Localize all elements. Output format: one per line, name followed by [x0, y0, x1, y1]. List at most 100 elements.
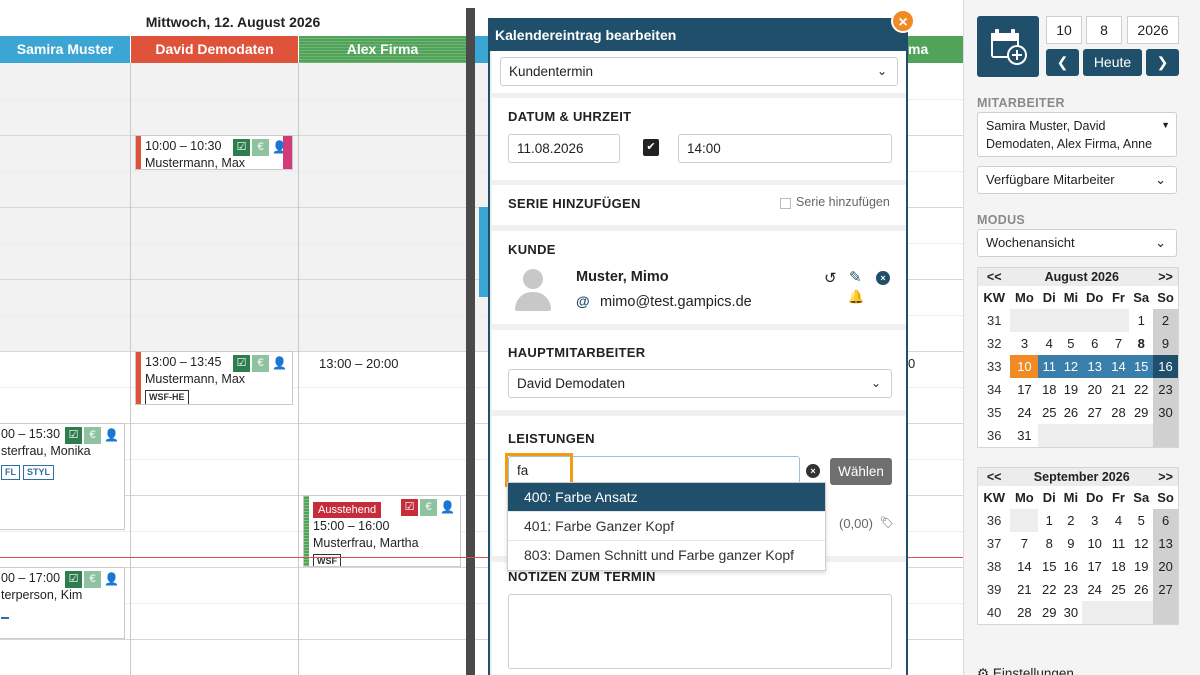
mini-day[interactable]: 5 — [1060, 332, 1082, 355]
person-check-icon[interactable]: 👤 — [103, 427, 120, 444]
main-employee-select[interactable]: David Demodaten ⌄ — [508, 369, 892, 398]
mini-day[interactable]: 20 — [1153, 555, 1178, 578]
mode-select[interactable]: Wochenansicht ⌄ — [977, 229, 1177, 257]
partial-appointment[interactable] — [479, 207, 488, 297]
month-input[interactable]: 8 — [1086, 16, 1122, 44]
mini-day-selected[interactable]: 10 — [1010, 355, 1039, 378]
mini-day[interactable]: 23 — [1153, 378, 1178, 401]
time-input[interactable]: 14:00 — [678, 134, 892, 163]
employees-select[interactable]: Samira Muster, David Demodaten, Alex Fir… — [977, 112, 1177, 157]
entry-type-select[interactable]: Kundentermin ⌄ — [500, 57, 898, 86]
available-employees-select[interactable]: Verfügbare Mitarbeiter ⌄ — [977, 166, 1177, 194]
mini-day[interactable]: 22 — [1038, 578, 1060, 601]
person-check-icon[interactable]: 👤 — [271, 355, 288, 372]
mini-day[interactable]: 31 — [1010, 424, 1038, 447]
mini-day[interactable]: 18 — [1038, 378, 1060, 401]
mini-day[interactable]: 8 — [1038, 532, 1060, 555]
history-icon[interactable]: ↺ — [824, 269, 837, 287]
mini-day[interactable]: 20 — [1082, 378, 1108, 401]
mini-day[interactable]: 25 — [1038, 401, 1060, 424]
euro-icon[interactable]: € — [420, 499, 437, 516]
mini-day[interactable]: 19 — [1060, 378, 1082, 401]
appointment-card[interactable]: 10:00 – 10:30 Mustermann, Max ☑ € 👤 — [135, 135, 293, 170]
mini-day[interactable]: 18 — [1108, 555, 1130, 578]
mini-day[interactable]: 7 — [1108, 332, 1130, 355]
checklist-icon[interactable]: ☑ — [233, 355, 250, 372]
date-input[interactable]: 11.08.2026 — [508, 134, 620, 163]
mini-day[interactable]: 8 — [1129, 332, 1153, 355]
today-button[interactable]: Heute — [1083, 49, 1142, 76]
mini-day[interactable]: 21 — [1108, 378, 1130, 401]
column-header-david[interactable]: David Demodaten — [131, 36, 298, 63]
mini-day[interactable]: 26 — [1129, 578, 1153, 601]
next-button[interactable]: ❯ — [1146, 49, 1179, 76]
appointment-card[interactable]: 00 – 17:00 terperson, Kim ☑ € 👤 — [0, 567, 125, 639]
mini-day[interactable]: 6 — [1153, 509, 1178, 532]
person-check-icon[interactable]: 👤 — [439, 499, 456, 516]
checklist-icon[interactable]: ☑ — [401, 499, 418, 516]
absence-block[interactable]: 13:00 – 20:00 — [319, 356, 399, 371]
mini-day[interactable]: 11 — [1108, 532, 1130, 555]
euro-icon[interactable]: € — [252, 355, 269, 372]
mini-prev[interactable]: << — [978, 268, 1011, 286]
mini-day[interactable]: 29 — [1038, 601, 1060, 624]
mini-day[interactable]: 3 — [1082, 509, 1108, 532]
mini-prev[interactable]: << — [978, 468, 1011, 486]
mini-day[interactable]: 17 — [1082, 555, 1108, 578]
prev-button[interactable]: ❮ — [1046, 49, 1079, 76]
mini-day[interactable]: 14 — [1010, 555, 1038, 578]
euro-icon[interactable]: € — [252, 139, 269, 156]
mini-day[interactable]: 13 — [1081, 355, 1108, 378]
mini-day[interactable]: 1 — [1038, 509, 1060, 532]
bell-icon[interactable]: 🔔 — [848, 289, 864, 305]
mini-day[interactable]: 28 — [1010, 601, 1038, 624]
mini-day[interactable]: 28 — [1108, 401, 1130, 424]
mini-day[interactable]: 10 — [1082, 532, 1108, 555]
new-appointment-button[interactable] — [977, 16, 1039, 77]
mini-day[interactable]: 17 — [1010, 378, 1038, 401]
mini-day[interactable]: 4 — [1108, 509, 1130, 532]
customer-email[interactable]: mimo@test.gampics.de — [600, 294, 752, 310]
mini-day[interactable]: 29 — [1129, 401, 1153, 424]
mini-day[interactable]: 1 — [1129, 309, 1153, 332]
mini-day[interactable]: 9 — [1153, 332, 1178, 355]
column-header-samira[interactable]: Samira Muster — [0, 36, 130, 63]
mini-day[interactable]: 21 — [1010, 578, 1038, 601]
checklist-icon[interactable]: ☑ — [65, 427, 82, 444]
appointment-card[interactable]: 00 – 15:30 sterfrau, Monika FL STYL ☑ € 👤 — [0, 423, 125, 530]
mini-day[interactable]: 14 — [1107, 355, 1130, 378]
settings-link[interactable]: ⚙ Einstellungen — [977, 666, 1074, 675]
mini-day[interactable]: 27 — [1082, 401, 1108, 424]
person-check-icon[interactable]: 👤 — [103, 571, 120, 588]
series-checkbox[interactable] — [780, 198, 791, 209]
mini-day[interactable]: 16 — [1153, 355, 1178, 378]
mini-day[interactable]: 11 — [1038, 355, 1061, 378]
year-input[interactable]: 2026 — [1127, 16, 1179, 44]
customer-name[interactable]: Muster, Mimo — [576, 269, 669, 285]
mini-day[interactable]: 27 — [1153, 578, 1178, 601]
mini-day[interactable]: 12 — [1060, 355, 1082, 378]
mini-day[interactable]: 30 — [1153, 401, 1178, 424]
euro-icon[interactable]: € — [84, 571, 101, 588]
suggestion-item[interactable]: 400: Farbe Ansatz — [508, 483, 825, 512]
mini-next[interactable]: >> — [1153, 468, 1178, 486]
mini-day[interactable]: 16 — [1060, 555, 1082, 578]
mini-day[interactable]: 22 — [1129, 378, 1153, 401]
mini-day[interactable]: 12 — [1129, 532, 1153, 555]
checklist-icon[interactable]: ☑ — [233, 139, 250, 156]
mini-day[interactable]: 13 — [1153, 532, 1178, 555]
mini-day[interactable]: 25 — [1108, 578, 1130, 601]
mini-day[interactable]: 19 — [1129, 555, 1153, 578]
euro-icon[interactable]: € — [84, 427, 101, 444]
day-input[interactable]: 10 — [1046, 16, 1082, 44]
mini-day[interactable]: 2 — [1060, 509, 1082, 532]
mini-day[interactable]: 24 — [1082, 578, 1108, 601]
checklist-icon[interactable]: ☑ — [65, 571, 82, 588]
choose-services-button[interactable]: Wählen — [830, 458, 892, 485]
notes-textarea[interactable] — [508, 594, 892, 669]
mini-day[interactable]: 7 — [1010, 532, 1038, 555]
suggestion-item[interactable]: 803: Damen Schnitt und Farbe ganzer Kopf — [508, 541, 825, 570]
column-header-alex[interactable]: Alex Firma — [299, 36, 466, 63]
close-icon[interactable]: × — [891, 9, 915, 33]
mini-day[interactable]: 15 — [1129, 355, 1154, 378]
